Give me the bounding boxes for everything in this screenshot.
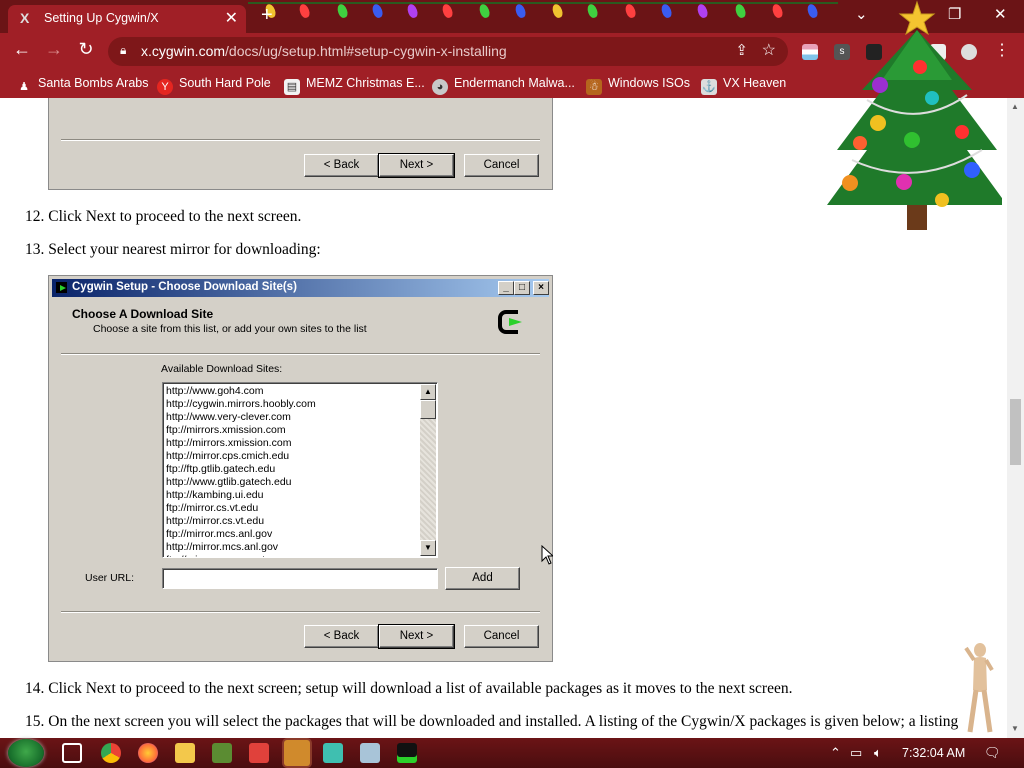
site-list-item: http://mirror.mcs.anl.gov: [166, 541, 279, 553]
tab-title: Setting Up Cygwin/X: [44, 11, 159, 25]
bookmark-star-icon[interactable]: ☆: [762, 40, 776, 60]
site-list: http://www.goh4.com http://cygwin.mirrors…: [166, 385, 316, 557]
page-scrollbar[interactable]: ▲ ▼: [1007, 98, 1024, 738]
chrome-icon[interactable]: [101, 743, 121, 763]
cancel-button: Cancel: [464, 625, 539, 648]
bookmark-south-hard-pole[interactable]: Y South Hard Pole: [157, 76, 271, 95]
dialog-separator: [61, 139, 540, 141]
back-button: < Back: [304, 154, 379, 177]
scroll-up-icon: ▲: [420, 384, 436, 400]
minecraft-icon[interactable]: [212, 743, 232, 763]
firefox-icon[interactable]: [138, 743, 158, 763]
user-url-label: User URL:: [85, 572, 135, 584]
tab-setting-up-cygwin[interactable]: X Setting Up Cygwin/X ✕: [8, 5, 246, 33]
display-icon[interactable]: [360, 743, 380, 763]
gingerbread-icon: ☃: [586, 79, 602, 95]
christmas-tree-decoration: [822, 0, 1007, 240]
available-sites-label: Available Download Sites:: [161, 363, 283, 375]
step-15: 15. On the next screen you will select t…: [25, 713, 959, 730]
mouse-cursor-icon: [541, 544, 555, 570]
address-bar[interactable]: 🔒︎ x.cygwin.com/docs/ug/setup.html#setup…: [108, 37, 788, 66]
site-list-item: ftp://ftp.gtlib.gatech.edu: [166, 463, 276, 475]
clock[interactable]: 7:32:04 AM: [902, 746, 965, 760]
cygwin-small-icon: [56, 282, 67, 293]
lock-icon[interactable]: 🔒︎: [120, 43, 126, 58]
ship-icon: ⚓: [701, 79, 717, 95]
figure-icon: ♟: [19, 81, 29, 93]
minimize-icon: _: [498, 281, 514, 295]
bookmark-windows-isos[interactable]: ☃ Windows ISOs: [586, 76, 690, 95]
cygwin-setup-dialog-screenshot: Cygwin Setup - Choose Download Site(s) _…: [48, 275, 553, 662]
site-list-item: http://kambing.ui.edu: [166, 489, 264, 501]
back-button[interactable]: ←: [10, 39, 34, 60]
forward-button[interactable]: →: [42, 39, 66, 60]
cygwin-terminal-icon[interactable]: [397, 743, 417, 763]
site-list-item: http://mirror.cps.cmich.edu: [166, 450, 290, 462]
scroll-thumb: [420, 400, 436, 419]
site-list-item: ftp://mirror.cs.vt.edu: [166, 502, 259, 514]
cancel-button: Cancel: [464, 154, 539, 177]
bookmark-santa-bombs-arabs[interactable]: ♟ Santa Bombs Arabs: [16, 76, 148, 95]
step-12: 12. Click Next to proceed to the next sc…: [25, 208, 302, 225]
page-scroll-thumb[interactable]: [1010, 399, 1021, 465]
x-favicon-icon: X: [20, 10, 30, 26]
volume-icon[interactable]: 🔈︎: [874, 745, 882, 761]
task-view-icon[interactable]: [62, 743, 82, 763]
app-teal-icon[interactable]: [323, 743, 343, 763]
site-list-item: http://mirrors.xmission.com: [166, 437, 292, 449]
app-red-icon[interactable]: [249, 743, 269, 763]
site-list-item: http://www.very-clever.com: [166, 411, 291, 423]
url-text: x.cygwin.com/docs/ug/setup.html#setup-cy…: [141, 43, 507, 59]
back-button: < Back: [304, 625, 379, 648]
dialog-separator: [61, 353, 540, 355]
close-icon: ×: [533, 281, 549, 295]
step-13: 13. Select your nearest mirror for downl…: [25, 241, 321, 258]
cygwin-logo-icon: [498, 309, 526, 335]
user-url-input: [162, 568, 438, 589]
yandex-icon: Y: [157, 79, 173, 95]
maximize-icon: □: [514, 281, 530, 295]
site-list-item: http://cygwin.mirrors.hoobly.com: [166, 398, 316, 410]
site-list-item: http://mirror.cs.vt.edu: [166, 515, 265, 527]
site-list-item: http://www.gtlib.gatech.edu: [166, 476, 292, 488]
bookmark-vx-heaven[interactable]: ⚓ VX Heaven: [701, 76, 786, 95]
site-list-item: ftp://mirror.mcs.anl.gov: [166, 528, 273, 540]
extension-flag-icon[interactable]: [802, 44, 818, 60]
share-icon[interactable]: ⇪: [735, 41, 748, 59]
listbox-scrollbar: ▲ ▼: [420, 384, 436, 556]
step-14: 14. Click Next to proceed to the next sc…: [25, 680, 793, 697]
file-explorer-icon[interactable]: [175, 743, 195, 763]
start-button[interactable]: [8, 739, 44, 767]
dialog-separator: [61, 611, 540, 613]
previous-dialog-screenshot: < Back Next > Cancel: [48, 98, 553, 190]
scroll-down-icon[interactable]: ▼: [1011, 724, 1019, 733]
add-button: Add: [445, 567, 520, 590]
raccoon-icon: ◕: [432, 79, 448, 95]
notifications-icon[interactable]: 🗨︎: [984, 745, 1001, 761]
christmas-lights-decoration: [248, 0, 838, 33]
site-list-item: ftp://mirror.averse.net: [166, 554, 316, 557]
site-list-item: http://www.goh4.com: [166, 385, 264, 397]
page-icon: ▤: [284, 79, 300, 95]
scroll-down-icon: ▼: [420, 540, 436, 556]
network-icon[interactable]: ▭: [850, 745, 862, 761]
box-icon[interactable]: [284, 740, 310, 766]
download-sites-listbox: http://www.goh4.com http://cygwin.mirrors…: [162, 382, 438, 558]
bookmark-endermanch-malware[interactable]: ◕ Endermanch Malwa...: [432, 76, 575, 95]
next-button: Next >: [378, 153, 455, 178]
bookmark-memz-christmas[interactable]: ▤ MEMZ Christmas E...: [284, 76, 425, 95]
dialog-heading: Choose A Download Site: [72, 307, 214, 321]
dialog-title: Cygwin Setup - Choose Download Site(s): [72, 281, 297, 293]
dialog-titlebar: Cygwin Setup - Choose Download Site(s) _…: [52, 279, 549, 297]
dancing-figure-decoration: [960, 640, 1000, 738]
show-hidden-icons-icon[interactable]: ⌃: [830, 745, 841, 761]
scroll-up-icon[interactable]: ▲: [1011, 102, 1019, 111]
reload-button[interactable]: ↻: [74, 39, 98, 60]
next-button: Next >: [378, 624, 455, 649]
dialog-subheading: Choose a site from this list, or add you…: [93, 323, 367, 335]
new-tab-button[interactable]: +: [261, 4, 273, 27]
windows-taskbar: ⌃ ▭ 🔈︎ 7:32:04 AM 🗨︎: [0, 738, 1024, 768]
site-list-item: ftp://mirrors.xmission.com: [166, 424, 286, 436]
tab-close-icon[interactable]: ✕: [225, 8, 238, 28]
